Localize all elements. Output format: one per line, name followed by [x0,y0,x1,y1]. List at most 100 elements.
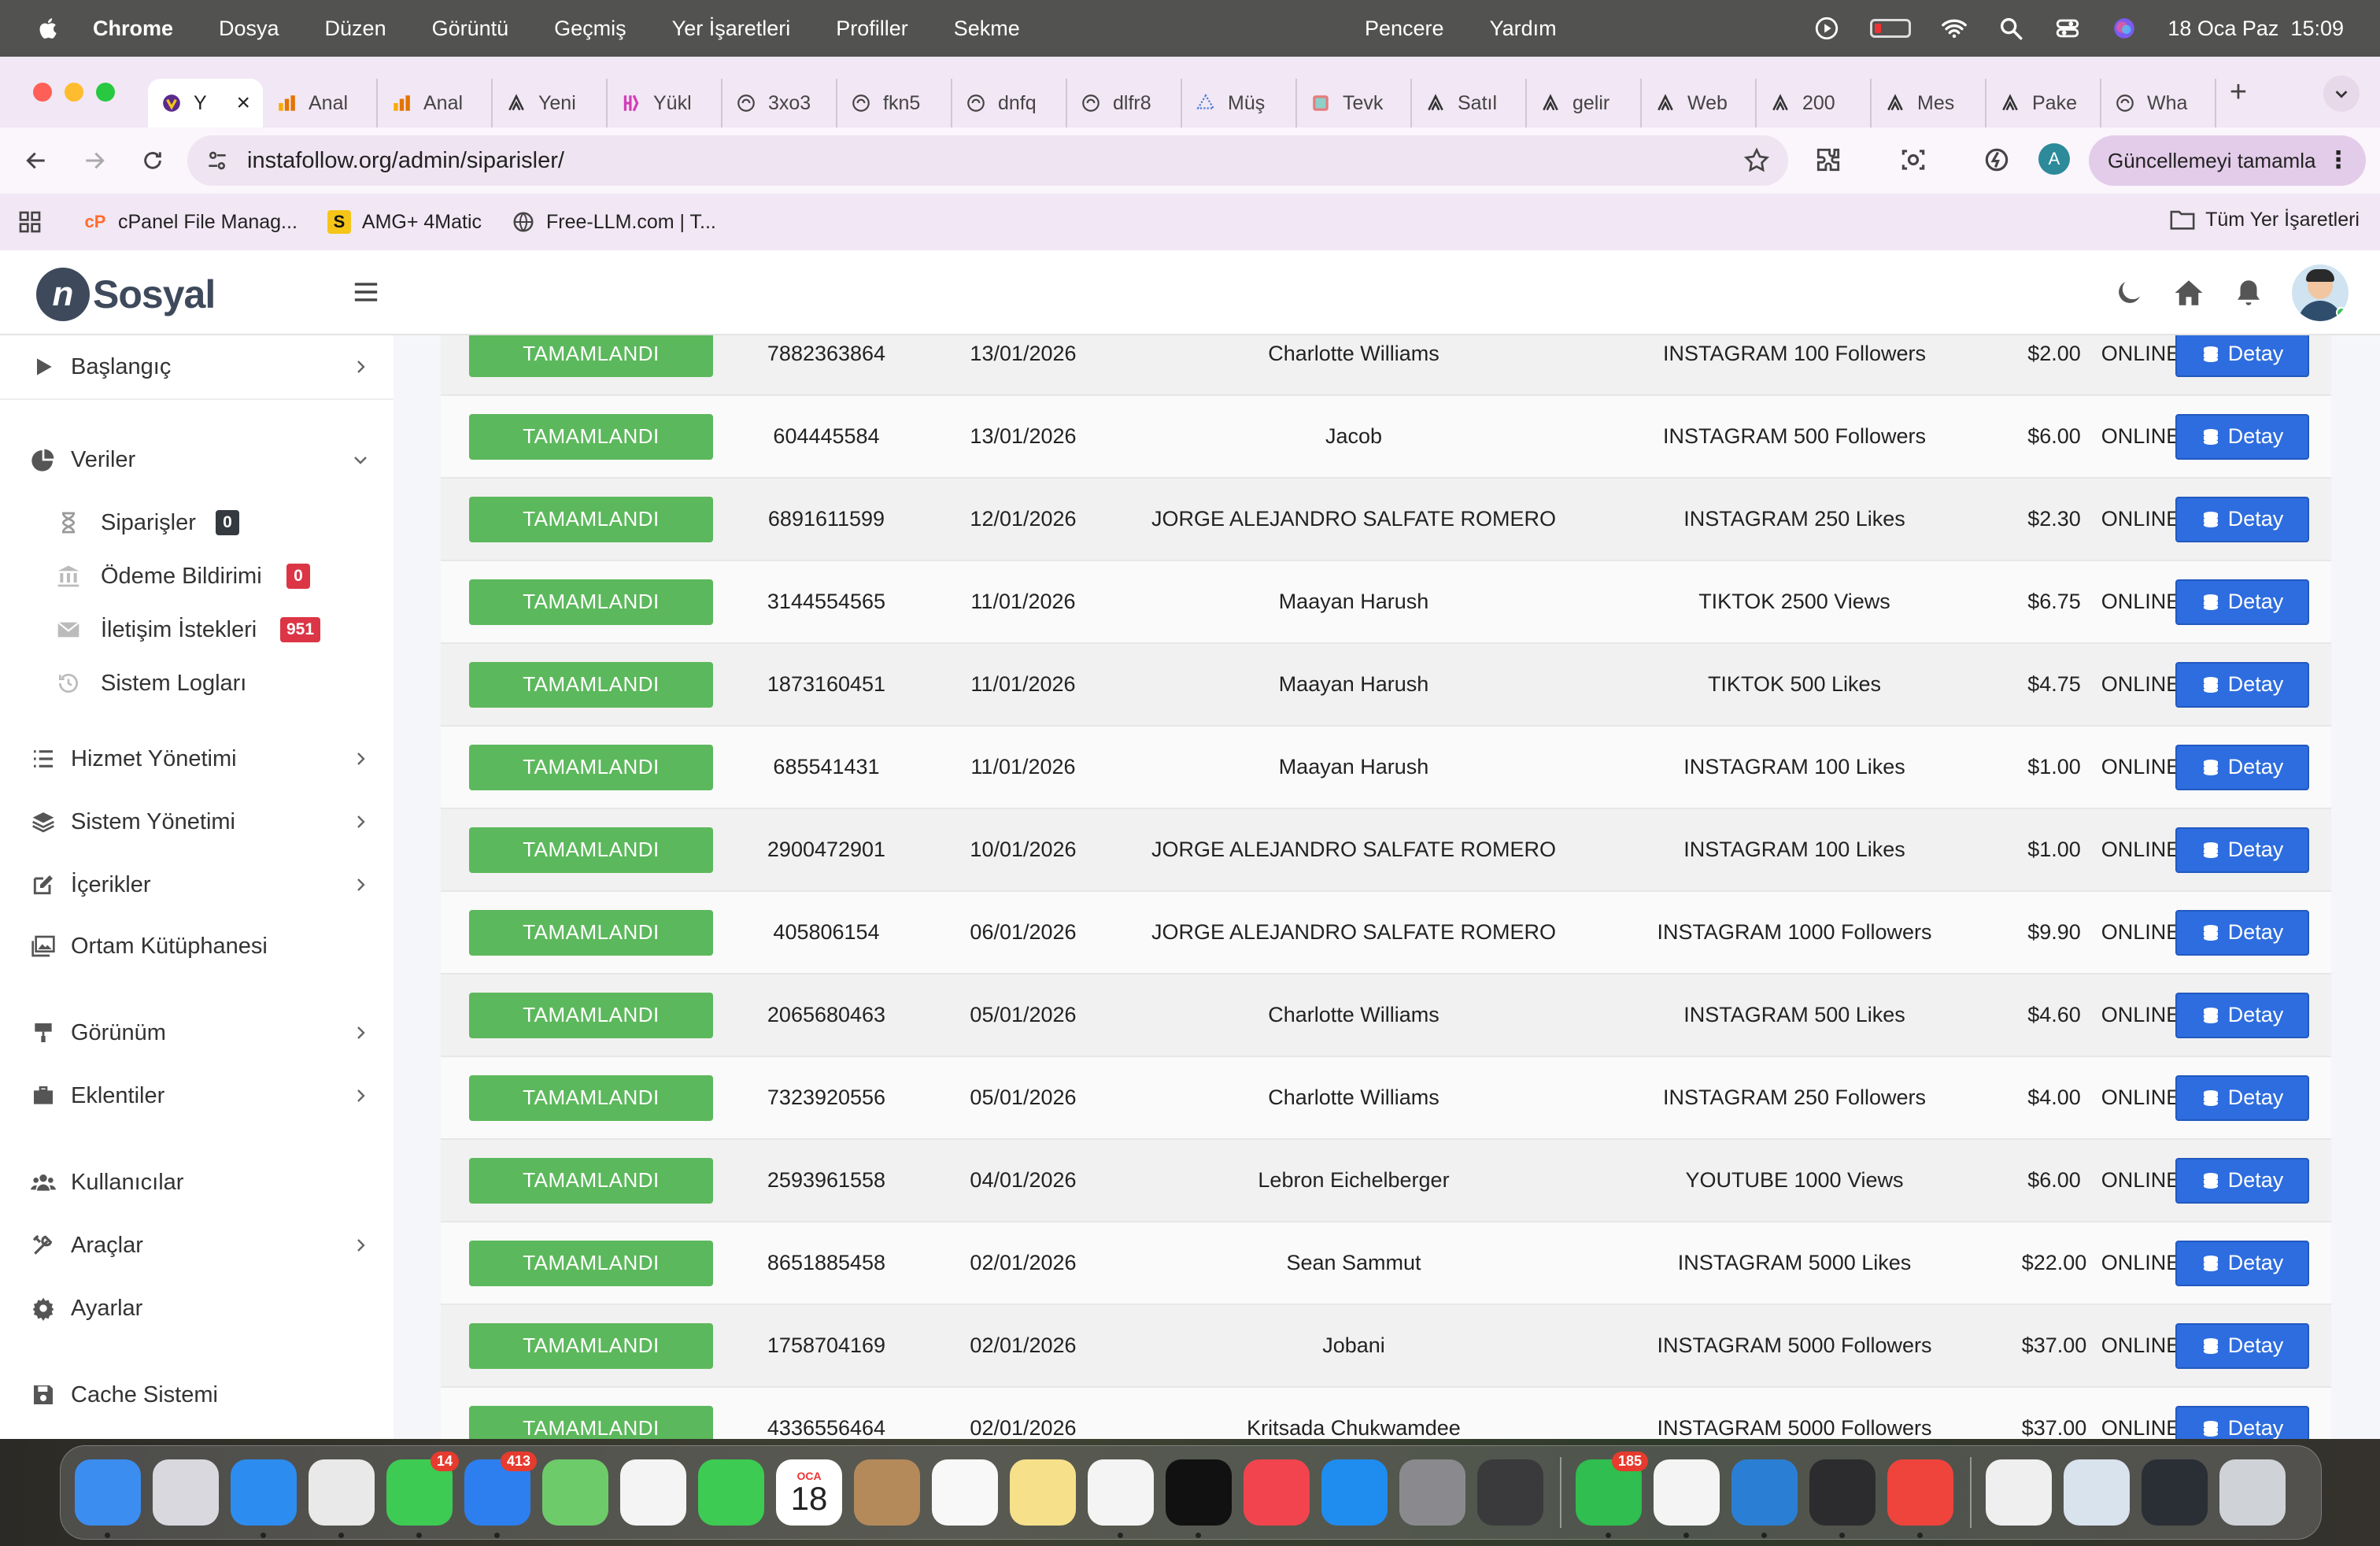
sidebar-item-appearance[interactable]: Görünüm [0,1009,394,1056]
dock-anydesk-icon[interactable] [1887,1459,1953,1538]
detail-button[interactable]: Detay [2175,1240,2309,1286]
menubar-clock[interactable]: 18 Oca Paz 15:09 [2168,17,2344,41]
tab[interactable]: Wha [2101,79,2216,128]
detail-button[interactable]: Detay [2175,1322,2309,1369]
sidebar-item-settings[interactable]: Ayarlar [0,1285,394,1332]
hamburger-menu-icon[interactable] [353,280,379,304]
zoom-window-button[interactable] [96,83,115,102]
tab[interactable]: Yeni [493,79,608,128]
dock-notes-icon[interactable] [1010,1459,1076,1526]
dock-messages-icon[interactable]: 14 [386,1452,459,1538]
menu-window[interactable]: Pencere [1365,17,1444,41]
url-text[interactable]: instafollow.org/admin/siparisler/ [247,148,564,174]
notifications-bell-icon[interactable] [2232,276,2265,309]
detail-button[interactable]: Detay [2175,661,2309,708]
sidebar-item-contact-requests[interactable]: İletişim İstekleri 951 [0,606,394,653]
sidebar-item-cache-system[interactable]: Cache Sistemi [0,1371,394,1418]
dock-reminders-icon[interactable] [932,1459,998,1526]
apple-icon[interactable] [36,16,61,41]
sidebar-item-contents[interactable]: İçerikler [0,861,394,908]
tab[interactable]: 3xo3 [722,79,837,128]
tab-search-button[interactable] [2323,76,2360,112]
sidebar-item-system-management[interactable]: Sistem Yönetimi [0,798,394,845]
dark-mode-moon-icon[interactable] [2112,276,2145,309]
dock-trash-icon[interactable] [2219,1459,2286,1526]
sidebar-item-orders[interactable]: Siparişler 0 [0,499,394,546]
site-logo[interactable]: n Sosyal [36,268,216,321]
sidebar-item-service-management[interactable]: Hizmet Yönetimi [0,735,394,782]
sidebar-item-system-logs[interactable]: Sistem Logları [0,660,394,707]
tab[interactable]: Anal [263,79,378,128]
dock-contacts-icon[interactable] [854,1459,920,1526]
user-avatar[interactable] [2292,264,2349,321]
siri-icon[interactable] [2111,15,2138,42]
tab[interactable]: dnfq [952,79,1067,128]
apps-grid-icon[interactable] [17,209,42,235]
tab[interactable]: Pake [1986,79,2101,128]
sidebar-item-plugins[interactable]: Eklentiler [0,1072,394,1119]
dock-app-store-icon[interactable] [1321,1459,1388,1526]
menu-view[interactable]: Görüntü [432,17,509,41]
profile-avatar[interactable]: A [2038,143,2070,175]
dock-music-icon[interactable] [1244,1459,1310,1526]
detail-button[interactable]: Detay [2175,413,2309,460]
detail-button[interactable]: Detay [2175,1157,2309,1204]
bookmark-free-llm[interactable]: Free-LLM.com | T... [512,210,716,234]
dock-finder-icon[interactable] [75,1459,141,1538]
menu-help[interactable]: Yardım [1490,17,1557,41]
tab[interactable]: Satıl [1412,79,1527,128]
dock-photos-icon[interactable] [620,1459,686,1526]
menu-edit[interactable]: Düzen [325,17,386,41]
sidebar-item-tools[interactable]: Araçlar [0,1222,394,1269]
detail-button[interactable]: Detay [2175,1405,2309,1439]
wifi-icon[interactable] [1941,15,1968,42]
control-center-icon[interactable] [2054,15,2081,42]
dock-document-icon[interactable] [1986,1459,2052,1526]
menu-history[interactable]: Geçmiş [554,17,626,41]
reload-button[interactable] [137,145,168,176]
home-icon[interactable] [2172,276,2205,309]
new-tab-button[interactable]: + [2216,76,2260,109]
tab[interactable]: gelir [1527,79,1642,128]
dock-facetime-icon[interactable] [698,1459,764,1526]
performance-icon[interactable] [1982,145,2012,175]
tab[interactable]: 200 [1757,79,1872,128]
dock-calendar-icon[interactable]: OCA 18 [776,1459,842,1526]
dock-freeform-icon[interactable] [1088,1459,1154,1538]
detail-button[interactable]: Detay [2175,909,2309,956]
detail-button[interactable]: Detay [2175,992,2309,1038]
forward-button[interactable] [79,145,110,176]
menu-profiles[interactable]: Profiller [836,17,908,41]
detail-button[interactable]: Detay [2175,827,2309,873]
sidebar-item-start[interactable]: Başlangıç [0,335,394,398]
menu-chrome[interactable]: Chrome [93,17,173,41]
tab[interactable]: Yükl [608,79,722,128]
bookmark-cpanel[interactable]: cP cPanel File Manag... [83,210,298,234]
close-window-button[interactable] [33,83,52,102]
dock-screenshot-1-icon[interactable] [2064,1459,2130,1526]
update-chrome-button[interactable]: Güncellemeyi tamamla ⋮ [2089,135,2366,186]
dock-maps-icon[interactable] [542,1459,608,1526]
tab[interactable]: fkn5 [837,79,952,128]
bookmark-amg[interactable]: S AMG+ 4Matic [327,210,482,234]
menu-tab[interactable]: Sekme [954,17,1020,41]
tab[interactable]: Anal [378,79,493,128]
close-tab-icon[interactable]: × [236,90,250,117]
dock-tv-icon[interactable] [1166,1459,1232,1538]
menu-file[interactable]: Dosya [219,17,279,41]
all-bookmarks-button[interactable]: Tüm Yer İşaretleri [2169,208,2360,231]
detail-button[interactable]: Detay [2175,579,2309,625]
back-button[interactable] [20,145,52,176]
dock-vscode-icon[interactable] [1731,1459,1798,1538]
detail-button[interactable]: Detay [2175,1074,2309,1121]
dock-mail-icon[interactable]: 413 [464,1452,537,1538]
tab[interactable]: dlfr8 [1067,79,1182,128]
dock-safari-icon[interactable] [231,1459,297,1538]
dock-launchpad-icon[interactable] [153,1459,219,1526]
tab[interactable]: Müş [1182,79,1297,128]
dock-chrome-icon[interactable] [309,1459,375,1538]
tab[interactable]: Tevk [1297,79,1412,128]
tab[interactable]: Mes [1872,79,1986,128]
detail-button[interactable]: Detay [2175,331,2309,377]
dock-whatsapp-icon[interactable]: 185 [1576,1452,1648,1538]
